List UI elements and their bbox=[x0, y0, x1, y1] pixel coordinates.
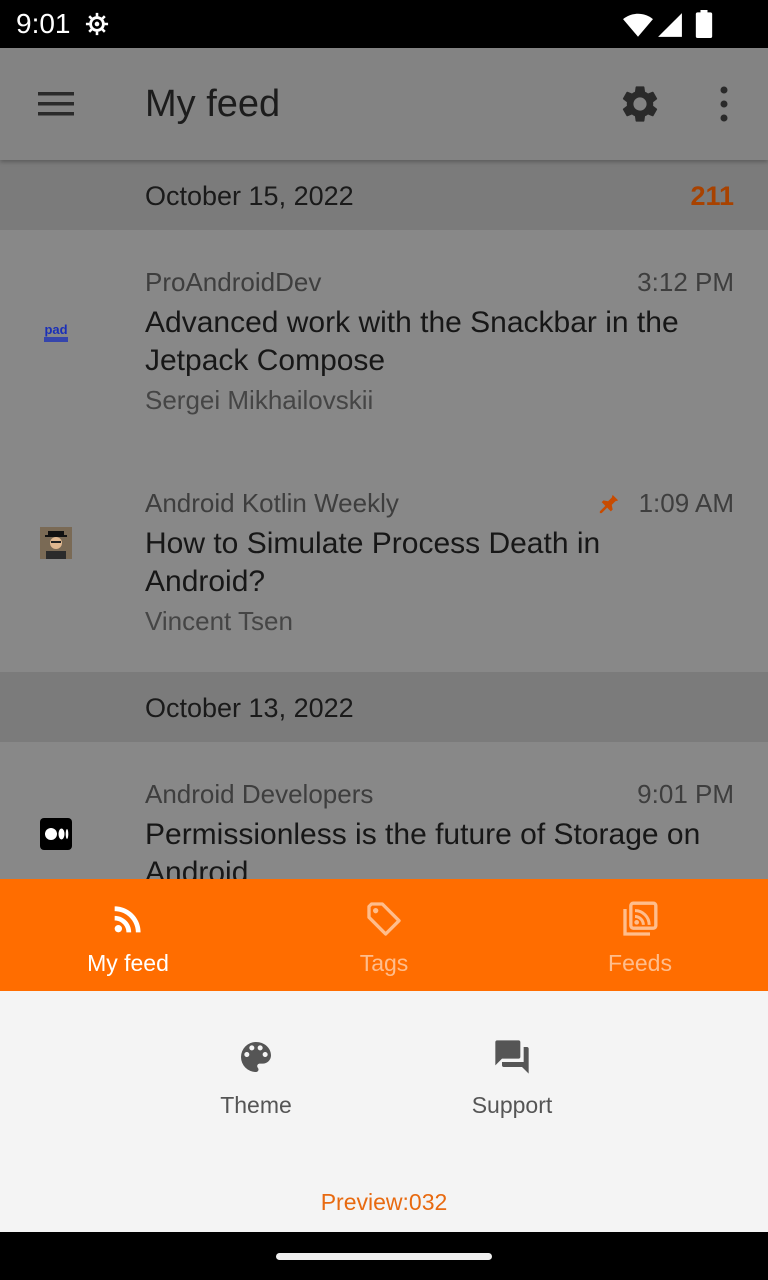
date-header-label: October 15, 2022 bbox=[145, 181, 354, 211]
feed-item[interactable]: Android Kotlin Weekly 1:09 AM How to Sim… bbox=[0, 487, 768, 667]
avatar-logo bbox=[40, 527, 72, 559]
theme-button[interactable]: Theme bbox=[156, 1037, 356, 1127]
date-header-label: October 13, 2022 bbox=[145, 693, 354, 723]
unread-count-badge: 211 bbox=[690, 181, 734, 211]
date-header: October 13, 2022 bbox=[0, 672, 768, 742]
feed-item-title: Permissionless is the future of Storage … bbox=[145, 818, 701, 879]
home-gesture-handle[interactable] bbox=[276, 1253, 492, 1260]
feed-item-source: Android Kotlin Weekly bbox=[145, 488, 399, 518]
wifi-icon bbox=[623, 13, 653, 37]
forum-icon bbox=[495, 1040, 529, 1074]
nav-label: Tags bbox=[359, 950, 409, 976]
svg-text:pad: pad bbox=[44, 322, 67, 337]
feeds-library-icon bbox=[623, 901, 658, 936]
bottom-sheet: Theme Support Preview:032 bbox=[0, 991, 768, 1232]
more-vert-icon[interactable] bbox=[712, 84, 736, 124]
signal-icon bbox=[658, 13, 682, 37]
rss-icon bbox=[114, 906, 141, 933]
preview-version-label: Preview:032 bbox=[320, 1189, 448, 1215]
feed-item-title: How to Simulate Process Death in Android… bbox=[145, 527, 601, 598]
feed-item[interactable]: Android Developers 9:01 PM Permissionles… bbox=[0, 778, 768, 879]
support-button[interactable]: Support bbox=[412, 1037, 612, 1127]
feed-item[interactable]: pad ProAndroidDev 3:12 PM Advanced work … bbox=[0, 266, 768, 446]
system-navigation-bar bbox=[0, 1232, 768, 1280]
feed-item-time: 9:01 PM bbox=[637, 779, 734, 809]
tag-icon bbox=[367, 902, 401, 936]
pin-icon bbox=[599, 494, 619, 514]
settings-gear-icon bbox=[85, 12, 109, 36]
settings-icon[interactable] bbox=[618, 82, 662, 126]
feed-list[interactable]: October 15, 2022 211 pad ProAndroidDev 3… bbox=[0, 160, 768, 879]
battery-icon bbox=[695, 10, 713, 38]
hamburger-menu-icon[interactable] bbox=[36, 88, 76, 120]
nav-tags[interactable]: Tags bbox=[256, 879, 512, 991]
status-bar: 9:01 bbox=[0, 0, 768, 48]
feed-item-title: Advanced work with the Snackbar in the J… bbox=[145, 306, 679, 377]
feed-item-source: ProAndroidDev bbox=[145, 267, 322, 297]
top-app-bar: My feed bbox=[0, 48, 768, 160]
theme-label: Theme bbox=[220, 1092, 292, 1118]
nav-label: My feed bbox=[87, 950, 169, 976]
feed-item-author: Vincent Tsen bbox=[145, 606, 293, 636]
status-time: 9:01 bbox=[16, 8, 71, 39]
feed-item-source: Android Developers bbox=[145, 779, 374, 809]
feed-item-time: 3:12 PM bbox=[637, 267, 734, 297]
page-title: My feed bbox=[145, 83, 281, 125]
support-label: Support bbox=[471, 1092, 553, 1118]
bottom-navigation: My feed Tags Feeds bbox=[0, 879, 768, 991]
palette-icon bbox=[241, 1042, 271, 1072]
proandroiddev-logo: pad bbox=[44, 322, 68, 342]
feed-item-time: 1:09 AM bbox=[638, 488, 734, 518]
nav-feeds[interactable]: Feeds bbox=[512, 879, 768, 991]
date-header: October 15, 2022 211 bbox=[0, 160, 768, 230]
medium-logo bbox=[40, 818, 72, 850]
nav-my-feed[interactable]: My feed bbox=[0, 879, 256, 991]
nav-label: Feeds bbox=[608, 950, 672, 976]
feed-item-author: Sergei Mikhailovskii bbox=[145, 385, 374, 415]
